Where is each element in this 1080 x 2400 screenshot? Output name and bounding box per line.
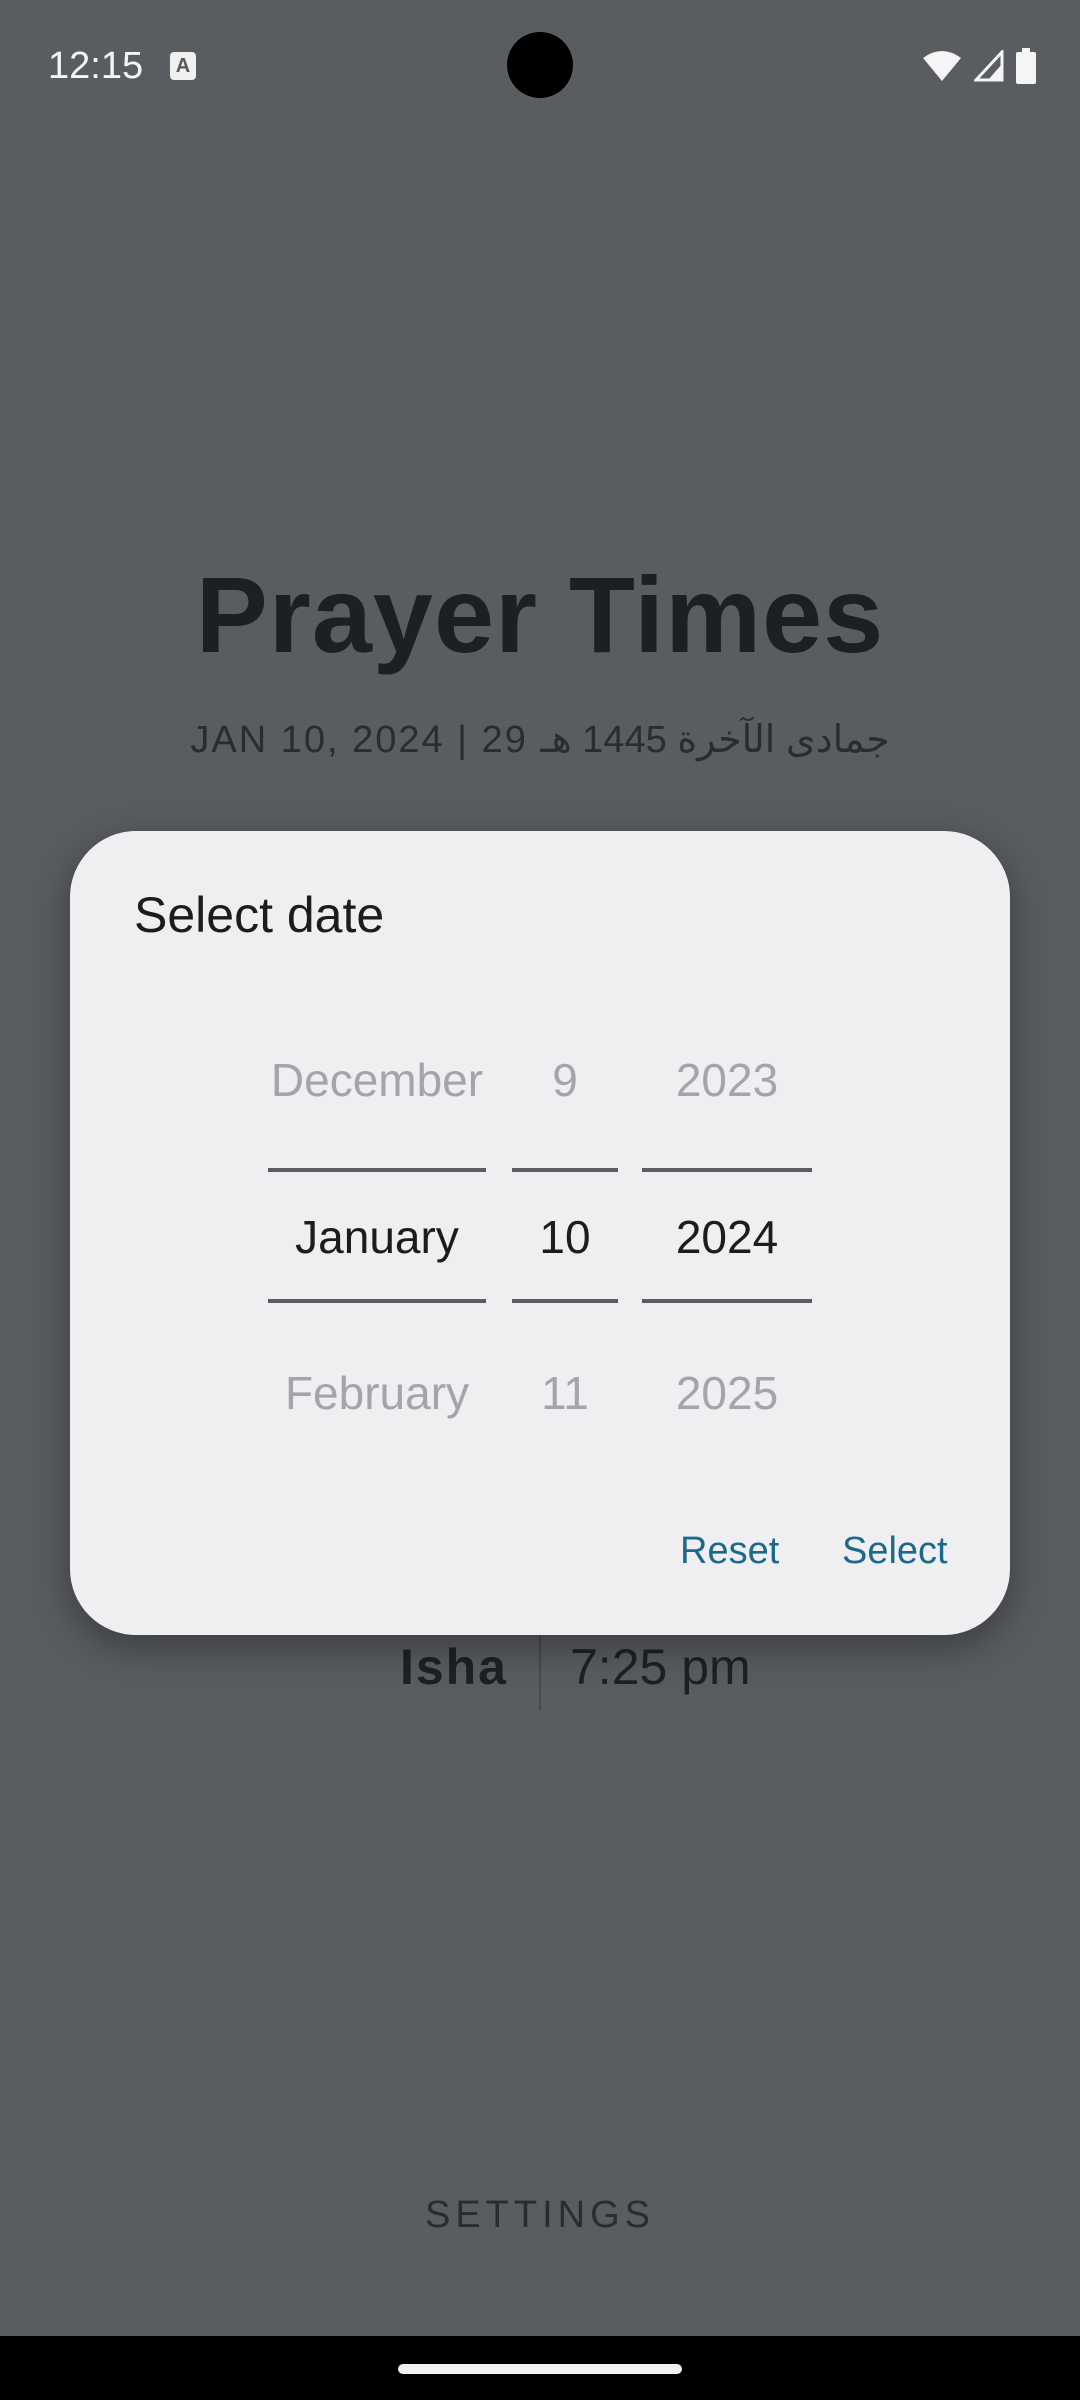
month-selected[interactable]: January (268, 1207, 486, 1267)
prayer-name: Isha (399, 1639, 508, 1695)
year-selected[interactable]: 2024 (642, 1207, 812, 1267)
picker-divider-top (268, 1168, 486, 1172)
reset-button[interactable]: Reset (680, 1526, 779, 1576)
prayer-time: 7:25 pm (570, 1639, 751, 1695)
month-picker[interactable]: December January February (268, 831, 486, 1531)
select-button[interactable]: Select (842, 1526, 948, 1576)
prayer-row-isha: Isha 7:25 pm (0, 1630, 1080, 1710)
year-next[interactable]: 2025 (642, 1363, 812, 1423)
month-prev[interactable]: December (268, 1050, 486, 1110)
picker-divider-top (642, 1168, 812, 1172)
page-title: Prayer Times (195, 554, 885, 675)
status-icons (922, 44, 1036, 88)
month-next[interactable]: February (268, 1363, 486, 1423)
wifi-icon (923, 51, 961, 81)
status-bar: 12:15 A (0, 0, 1080, 130)
settings-button[interactable]: SETTINGS (390, 2180, 690, 2250)
screen: 12:15 A Prayer Times JAN 10, 2024 | 29 ج… (0, 0, 1080, 2400)
select-date-dialog: Select date December January February 9 … (70, 831, 1010, 1635)
day-next[interactable]: 11 (512, 1363, 618, 1423)
day-prev[interactable]: 9 (512, 1050, 618, 1110)
day-selected[interactable]: 10 (512, 1207, 618, 1267)
day-picker[interactable]: 9 10 11 (512, 831, 618, 1531)
row-divider (539, 1630, 541, 1710)
year-picker[interactable]: 2023 2024 2025 (642, 831, 812, 1531)
cell-signal-icon (974, 50, 1004, 82)
home-indicator[interactable] (398, 2364, 682, 2374)
picker-divider-top (512, 1168, 618, 1172)
text-notification-icon: A (170, 52, 196, 80)
picker-divider-bottom (268, 1299, 486, 1303)
year-prev[interactable]: 2023 (642, 1050, 812, 1110)
status-time: 12:15 (48, 45, 144, 87)
picker-divider-bottom (642, 1299, 812, 1303)
battery-icon (1016, 48, 1036, 84)
camera-cutout (507, 32, 573, 98)
navigation-bar (0, 2336, 1080, 2400)
picker-divider-bottom (512, 1299, 618, 1303)
date-subtitle: JAN 10, 2024 | 29 جمادى الآخرة 1445 هـ (190, 719, 890, 761)
